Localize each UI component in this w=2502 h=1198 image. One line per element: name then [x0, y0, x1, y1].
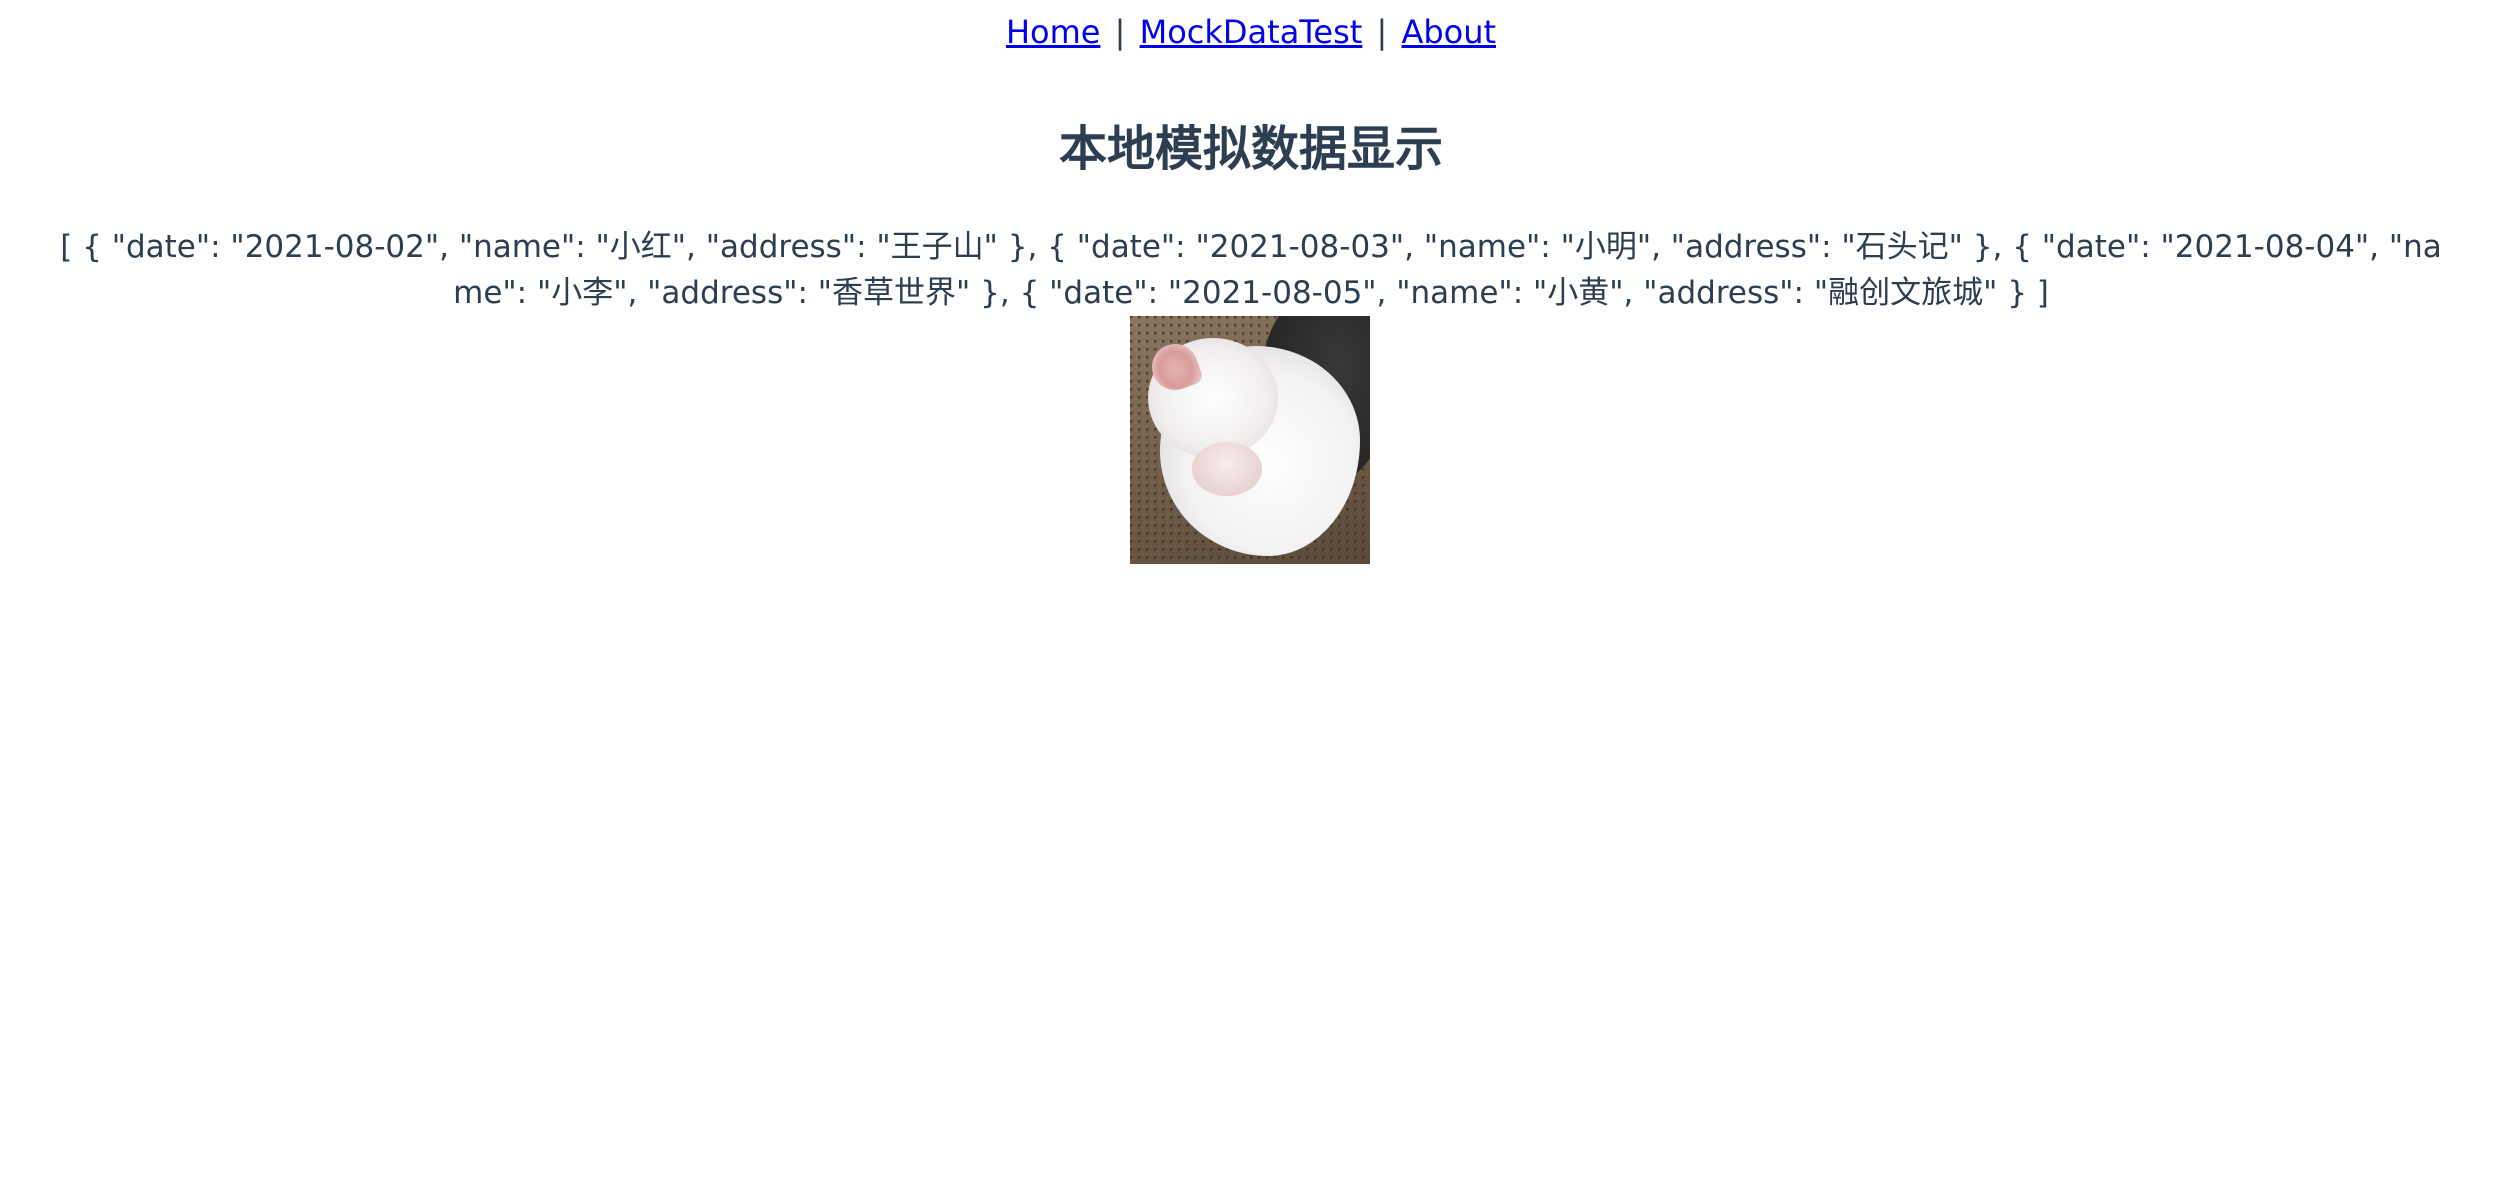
nav-link-about[interactable]: About [1401, 13, 1496, 51]
nav-separator: | [1376, 13, 1388, 51]
kitten-image [1130, 316, 1370, 564]
nav-link-home[interactable]: Home [1006, 13, 1101, 51]
mock-data-output: [ { "date": "2021-08-02", "name": "小红", … [60, 229, 2442, 311]
nav-separator: | [1114, 13, 1126, 51]
nav-link-mockdatatest[interactable]: MockDataTest [1140, 13, 1363, 51]
top-nav: Home | MockDataTest | About [0, 10, 2502, 55]
kitten-paws [1192, 442, 1262, 496]
page-title: 本地模拟数据显示 [1058, 121, 1443, 177]
